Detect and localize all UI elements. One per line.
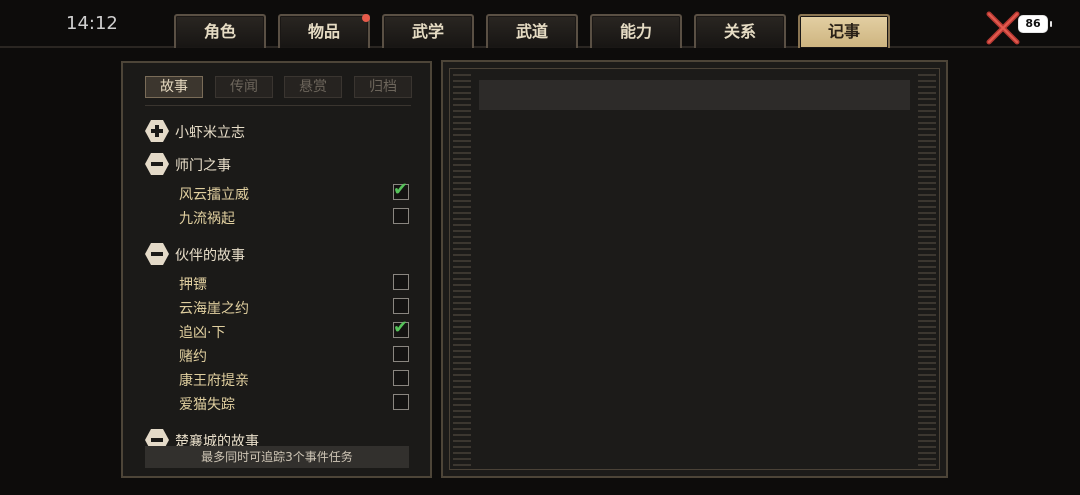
decorative-border [449,68,940,470]
task-item[interactable]: 九流祸起 [179,206,415,228]
tab-5[interactable]: 关系 [694,14,786,48]
tab-4[interactable]: 能力 [590,14,682,48]
task-name: 爱猫失踪 [179,397,235,413]
notification-badge [362,14,370,22]
detail-title-bar [479,80,910,110]
task-name: 九流祸起 [179,211,235,227]
task-item[interactable]: 押镖 [179,272,415,294]
battery-indicator: 86 [1018,15,1052,33]
expand-icon[interactable] [145,120,169,142]
tab-label: 关系 [723,22,756,41]
subtab-0[interactable]: 故事 [145,76,203,98]
story-list-panel: 故事传闻悬赏归档 小虾米立志师门之事风云擂立威九流祸起伙伴的故事押镖云海崖之约追… [121,61,432,478]
track-checkbox[interactable] [393,208,409,224]
tab-label: 武道 [515,22,548,41]
meander-border-right [918,72,936,466]
sub-tabs: 故事 传闻 悬赏 归档 [145,76,412,98]
task-name: 康王府提亲 [179,373,249,389]
task-item[interactable]: 云海崖之约 [179,296,415,318]
close-icon[interactable] [985,10,1021,46]
task-item[interactable]: 赌约 [179,344,415,366]
tab-6[interactable]: 记事 [798,14,890,48]
tab-label: 能力 [619,22,652,41]
task-name: 追凶·下 [179,325,226,341]
task-name: 赌约 [179,349,207,365]
tab-0[interactable]: 角色 [174,14,266,48]
tab-label: 武学 [411,22,444,41]
task-item[interactable]: 康王府提亲 [179,368,415,390]
task-name: 押镖 [179,277,207,293]
tab-label: 角色 [203,22,236,41]
subtab-2[interactable]: 悬赏 [284,76,342,98]
tab-label: 记事 [827,22,860,41]
divider [145,105,411,106]
collapse-icon[interactable] [145,153,169,175]
track-checkbox[interactable] [393,394,409,410]
track-checkbox[interactable] [393,346,409,362]
track-checkbox[interactable] [393,274,409,290]
tab-label: 物品 [307,22,340,41]
group-title: 小虾米立志 [175,125,245,141]
task-item[interactable]: 追凶·下 [179,317,415,342]
track-checkbox[interactable] [393,298,409,314]
task-name: 云海崖之约 [179,301,249,317]
subtab-3[interactable]: 归档 [354,76,412,98]
track-checkbox[interactable] [393,179,409,200]
status-clock: 14:12 [66,13,118,34]
story-tree[interactable]: 小虾米立志师门之事风云擂立威九流祸起伙伴的故事押镖云海崖之约追凶·下赌约康王府提… [145,118,415,448]
track-checkbox[interactable] [393,370,409,386]
task-name: 风云擂立威 [179,187,249,203]
group-title: 伙伴的故事 [175,248,245,264]
track-checkbox[interactable] [393,317,409,338]
tab-1[interactable]: 物品 [278,14,370,48]
task-item[interactable]: 爱猫失踪 [179,392,415,414]
tab-3[interactable]: 武道 [486,14,578,48]
group-title: 师门之事 [175,158,231,174]
detail-panel [441,60,948,478]
tab-2[interactable]: 武学 [382,14,474,48]
collapse-icon[interactable] [145,243,169,265]
task-item[interactable]: 风云擂立威 [179,179,415,204]
subtab-1[interactable]: 传闻 [215,76,273,98]
meander-border-left [453,72,471,466]
tracking-limit-note: 最多同时可追踪3个事件任务 [145,446,409,468]
